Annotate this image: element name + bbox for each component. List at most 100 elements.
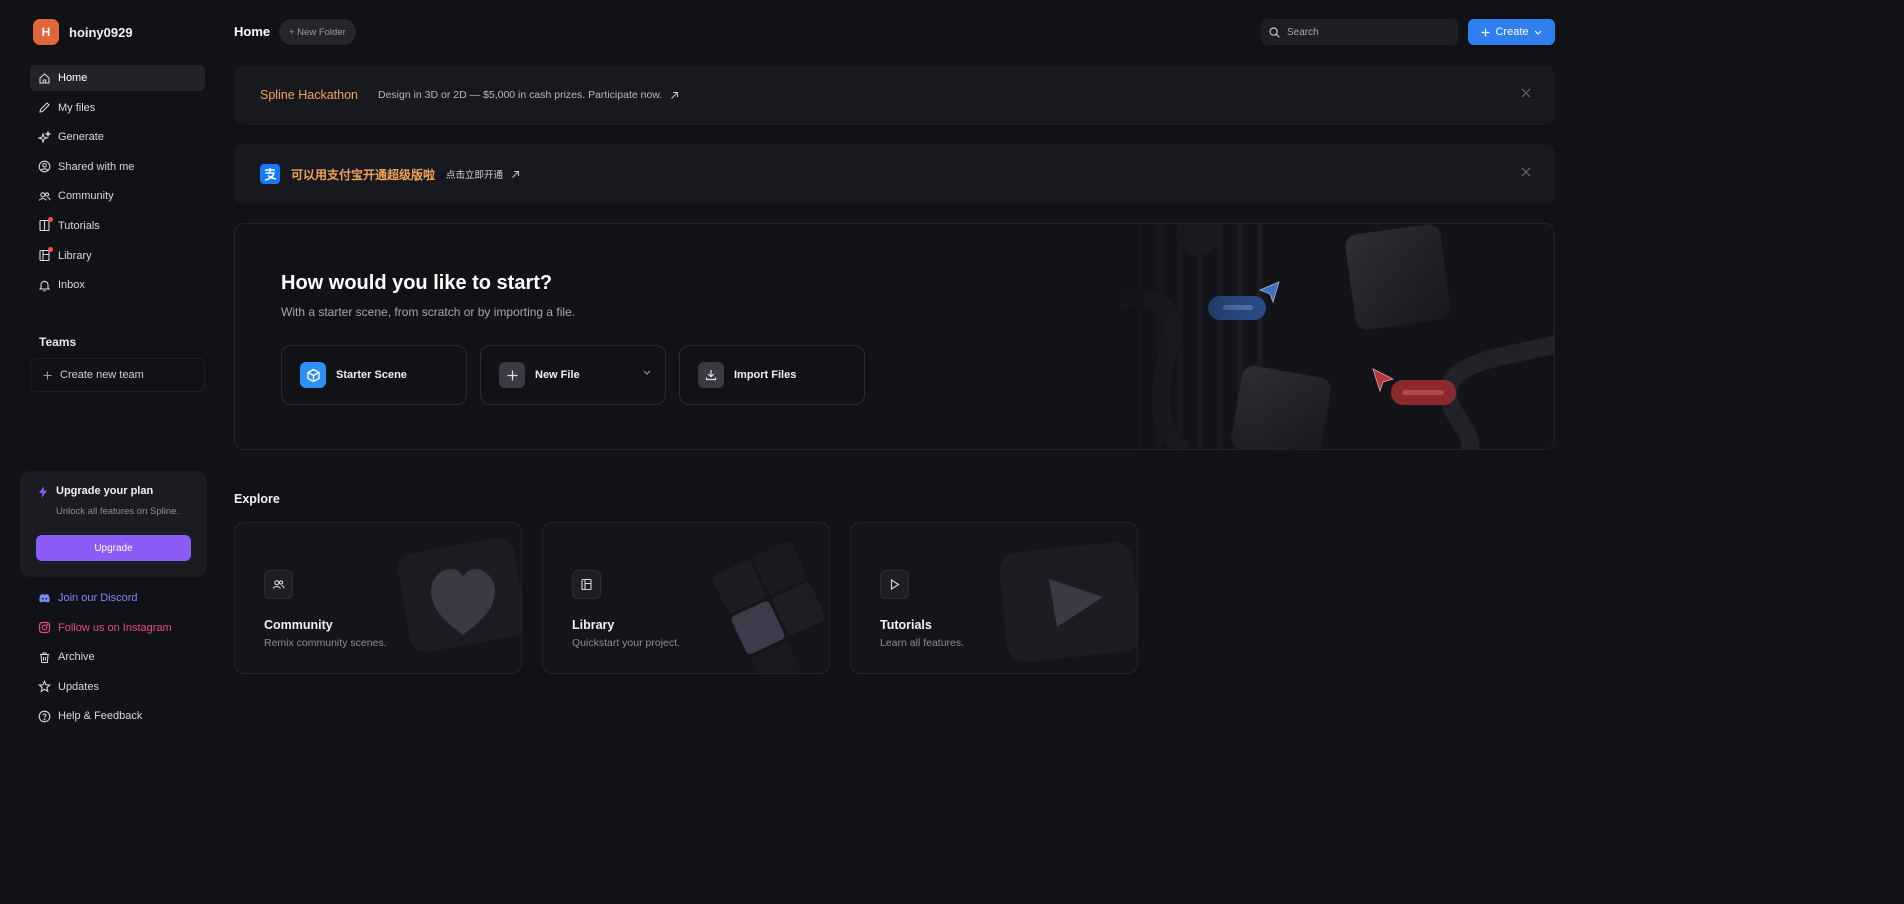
sidebar-item-inbox[interactable]: Inbox [30, 272, 205, 298]
sidebar-item-label: My files [58, 101, 96, 114]
create-team-button[interactable]: Create new team [30, 358, 205, 392]
sidebar: H hoiny0929 Home My files Generate Share… [0, 0, 218, 744]
instagram-label: Follow us on Instagram [58, 621, 172, 634]
sidebar-item-shared[interactable]: Shared with me [30, 154, 205, 180]
hackathon-banner[interactable]: Spline Hackathon Design in 3D or 2D — $5… [234, 65, 1555, 125]
plus-icon [43, 371, 52, 379]
sidebar-item-archive[interactable]: Archive [30, 644, 205, 670]
alipay-text: 点击立即开通 [446, 170, 504, 181]
alipay-banner[interactable]: 可以用支付宝开通超级版啦 点击立即开通 [234, 144, 1555, 204]
sidebar-item-label: Community [58, 190, 114, 203]
search-placeholder: Search [1287, 26, 1319, 38]
new-folder-button[interactable]: + New Folder [279, 19, 356, 45]
sidebar-item-label: Tutorials [58, 219, 100, 232]
sidebar-item-my-files[interactable]: My files [30, 95, 205, 121]
discord-link[interactable]: Join our Discord [30, 585, 205, 611]
play-icon [880, 570, 909, 599]
sidebar-item-label: Home [58, 72, 88, 84]
hackathon-text: Design in 3D or 2D — $5,000 in cash priz… [377, 89, 663, 101]
sidebar-item-home[interactable]: Home [30, 65, 205, 91]
create-button[interactable]: Create [1468, 19, 1555, 45]
sidebar-item-label: Archive [58, 651, 95, 664]
users-icon [264, 570, 293, 599]
card-subtitle: Quickstart your project. [572, 637, 680, 649]
upgrade-button[interactable]: Upgrade [36, 535, 191, 561]
start-subtitle: With a starter scene, from scratch or by… [281, 305, 576, 319]
starter-scene-label: Starter Scene [336, 369, 407, 381]
sidebar-item-library[interactable]: Library [30, 243, 205, 269]
plus-icon [1481, 28, 1490, 36]
username[interactable]: hoiny0929 [69, 25, 133, 40]
library-icon [38, 247, 53, 262]
user-menu[interactable]: H hoiny0929 [33, 19, 133, 45]
download-icon [698, 362, 724, 388]
sidebar-item-community[interactable]: Community [30, 183, 205, 209]
discord-icon [38, 592, 51, 605]
sidebar-item-label: Generate [58, 131, 104, 144]
sparkles-icon [38, 130, 51, 144]
explore-card-tutorials[interactable]: Tutorials Learn all features. [850, 522, 1138, 674]
user-circle-icon [38, 160, 51, 173]
alipay-title: 可以用支付宝开通超级版啦 [291, 167, 436, 182]
notification-dot [48, 247, 53, 253]
hackathon-title: Spline Hackathon [260, 88, 358, 102]
chevron-down-icon[interactable] [643, 370, 651, 375]
explore-card-library[interactable]: Library Quickstart your project. [542, 522, 830, 674]
upgrade-subtitle: Unlock all features on Spline. [56, 506, 180, 517]
home-icon [38, 72, 51, 85]
upgrade-title: Upgrade your plan [56, 485, 154, 497]
instagram-icon [38, 621, 51, 634]
sidebar-item-label: Updates [58, 680, 99, 693]
card-title: Tutorials [880, 618, 932, 632]
explore-card-community[interactable]: Community Remix community scenes. [234, 522, 522, 674]
pencil-icon [38, 101, 51, 114]
chevron-down-icon [1534, 30, 1541, 35]
plus-icon [499, 362, 525, 388]
close-icon[interactable] [1521, 88, 1531, 98]
new-file-label: New File [535, 369, 580, 381]
import-files-label: Import Files [734, 369, 797, 381]
import-files-button[interactable]: Import Files [679, 345, 865, 405]
sidebar-nav: Home My files Generate Shared with me Co… [30, 65, 205, 302]
search-input[interactable]: Search [1261, 19, 1458, 45]
book-icon [38, 217, 53, 232]
sidebar-item-updates[interactable]: Updates [30, 674, 205, 700]
sidebar-item-help[interactable]: Help & Feedback [30, 703, 205, 729]
instagram-link[interactable]: Follow us on Instagram [30, 615, 205, 641]
discord-label: Join our Discord [58, 592, 138, 604]
upgrade-card: Upgrade your plan Unlock all features on… [20, 471, 207, 577]
sidebar-footer: Join our Discord Follow us on Instagram … [30, 585, 205, 733]
close-icon[interactable] [1521, 167, 1531, 177]
external-arrow-icon [512, 170, 520, 178]
search-icon [1269, 26, 1280, 38]
card-subtitle: Remix community scenes. [264, 637, 387, 649]
library-icon [572, 570, 601, 599]
start-illustration [1090, 224, 1554, 449]
help-icon [38, 710, 51, 723]
card-title: Library [572, 618, 615, 632]
card-subtitle: Learn all features. [880, 637, 965, 649]
sidebar-item-label: Help & Feedback [58, 710, 143, 723]
card-title: Community [264, 618, 333, 632]
teams-heading: Teams [39, 335, 77, 349]
starter-scene-button[interactable]: Starter Scene [281, 345, 467, 405]
start-panel: How would you like to start? With a star… [234, 223, 1555, 450]
sidebar-item-label: Library [58, 249, 92, 262]
sidebar-item-label: Inbox [58, 279, 85, 292]
bolt-icon [39, 486, 47, 498]
star-icon [38, 680, 51, 693]
create-label: Create [1495, 26, 1529, 38]
sidebar-item-generate[interactable]: Generate [30, 124, 205, 150]
cube-icon [300, 362, 326, 388]
start-title: How would you like to start? [281, 272, 553, 294]
trash-icon [38, 651, 51, 664]
sidebar-item-label: Shared with me [58, 160, 135, 173]
page-title: Home [234, 24, 271, 39]
sidebar-item-tutorials[interactable]: Tutorials [30, 213, 205, 239]
new-file-button[interactable]: New File [480, 345, 666, 405]
notification-dot [48, 217, 53, 223]
alipay-logo-icon [260, 164, 280, 184]
avatar[interactable]: H [33, 19, 59, 45]
external-arrow-icon [671, 91, 679, 99]
users-icon [38, 190, 51, 203]
